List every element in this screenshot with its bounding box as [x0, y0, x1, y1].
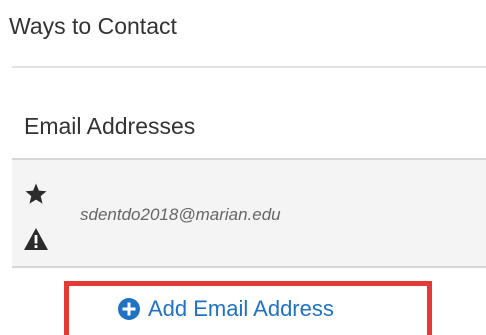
add-email-address-link[interactable]: Add Email Address [118, 293, 334, 325]
section-divider [12, 66, 486, 68]
email-address: sdentdo2018@marian.edu [80, 205, 281, 224]
ways-to-contact-heading: Ways to Contact [9, 13, 177, 39]
star-icon[interactable] [24, 182, 48, 206]
plus-circle-icon [118, 298, 140, 320]
contact-page: Ways to Contact Email Addresses sdentdo2… [0, 0, 486, 335]
add-email-address-label: Add Email Address [148, 296, 334, 321]
email-list-item: sdentdo2018@marian.edu [12, 158, 486, 268]
email-addresses-heading: Email Addresses [24, 113, 196, 139]
add-email-address-button[interactable]: Add Email Address [64, 281, 432, 335]
warning-icon[interactable] [23, 227, 49, 251]
